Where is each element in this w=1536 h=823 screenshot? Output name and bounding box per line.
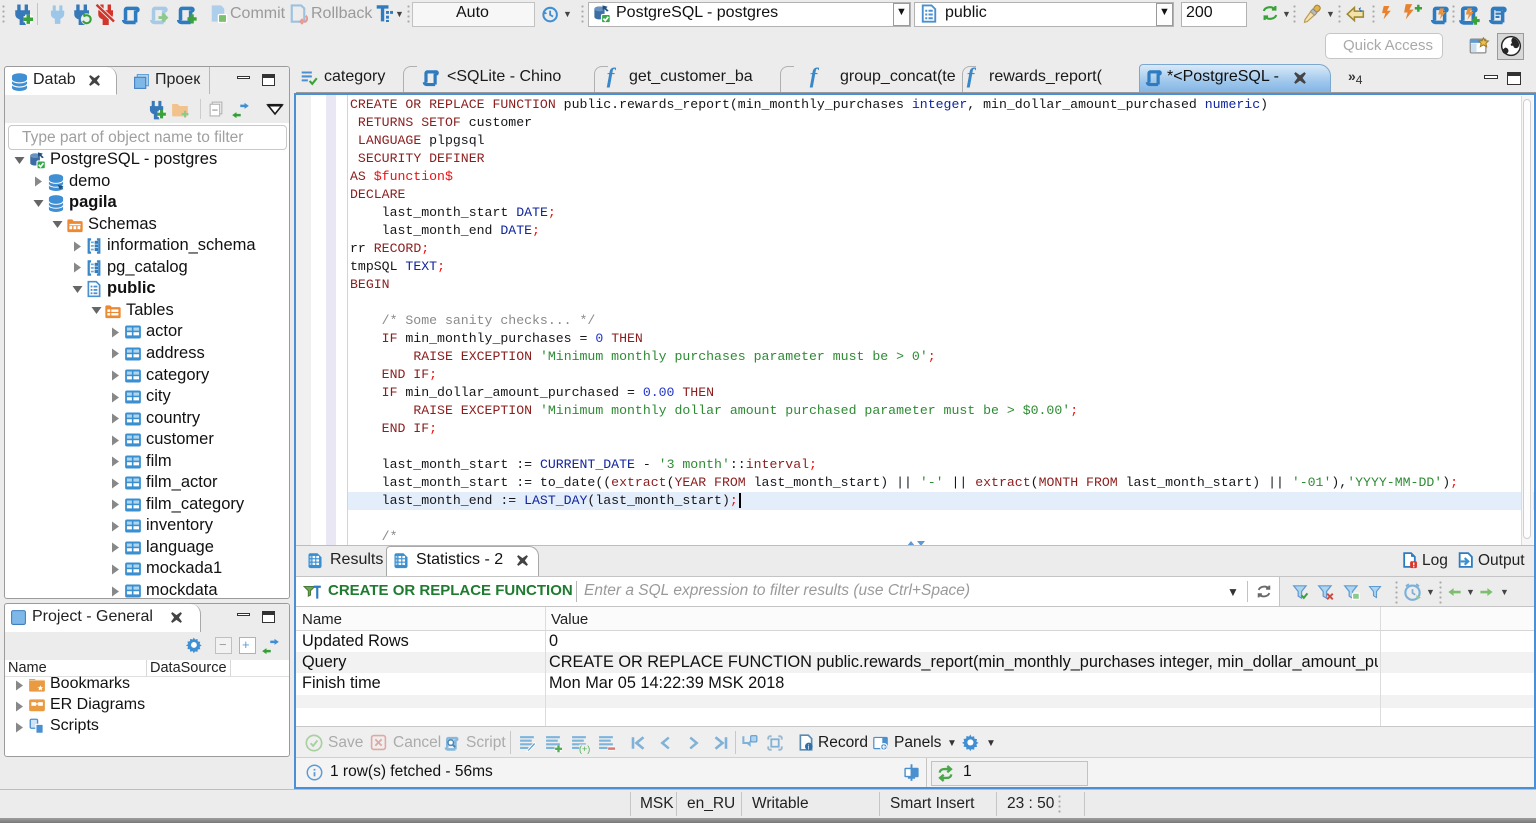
svg-text:f: f [607, 63, 617, 88]
svg-text:f: f [967, 63, 977, 88]
svg-text:(+): (+) [579, 744, 590, 754]
svg-text:f: f [810, 63, 820, 88]
